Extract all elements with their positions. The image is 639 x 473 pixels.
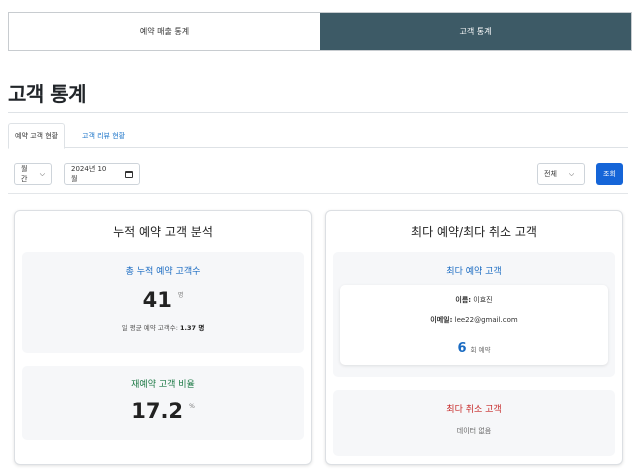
- total-customers-panel: 총 누적 예약 고객수 41 명 일 평균 예약 고객수: 1.37 명: [22, 252, 304, 353]
- most-cancelled-label: 최다 취소 고객: [446, 405, 502, 415]
- search-button[interactable]: 조회: [596, 163, 623, 185]
- period-select[interactable]: 월간 ⌵: [14, 163, 52, 185]
- total-customers-value: 41 명: [22, 288, 304, 312]
- rebooking-rate-panel: 재예약 고객 비율 17.2%: [22, 366, 304, 440]
- scope-select[interactable]: 전체 ⌵: [537, 163, 585, 185]
- top-customers-card: 최다 예약/최다 취소 고객 최다 예약 고객 이름: 이효진 이메일: lee…: [325, 210, 623, 465]
- total-customers-label: 총 누적 예약 고객수: [125, 267, 201, 277]
- sub-tab-bar: 예약 고객 현황 고객 리뷰 현황: [8, 123, 628, 149]
- booking-count: 6회 예약: [340, 337, 608, 356]
- accumulated-customers-card: 누적 예약 고객 분석 총 누적 예약 고객수 41 명 일 평균 예약 고객수:…: [14, 210, 312, 465]
- page-title: 고객 통계: [8, 82, 87, 106]
- customer-name: 이름: 이효진: [340, 295, 608, 305]
- rebooking-rate-value: 17.2%: [22, 399, 304, 423]
- most-booked-panel: 최다 예약 고객 이름: 이효진 이메일: lee22@gmail.com 6회…: [333, 252, 615, 377]
- chevron-down-icon: ⌵: [39, 169, 45, 178]
- tab-customer-reviews[interactable]: 고객 리뷰 현황: [76, 123, 131, 148]
- most-cancelled-panel: 최다 취소 고객 데이터 없음: [333, 390, 615, 456]
- tab-reservation-customers[interactable]: 예약 고객 현황: [8, 123, 66, 149]
- no-data-text: 데이터 없음: [456, 427, 492, 435]
- calendar-icon[interactable]: [125, 170, 133, 178]
- booking-count-unit: 회 예약: [470, 346, 491, 354]
- customer-email-value: lee22@gmail.com: [454, 316, 518, 324]
- rebooking-rate-label: 재예약 고객 비율: [131, 380, 195, 390]
- tab-customer-stats[interactable]: 고객 통계: [320, 13, 631, 50]
- total-customers-unit: 명: [177, 292, 184, 299]
- top-tab-bar: 예약 매출 통계 고객 통계: [8, 12, 632, 51]
- customer-name-value: 이효진: [473, 296, 493, 304]
- most-booked-customer-card: 이름: 이효진 이메일: lee22@gmail.com 6회 예약: [340, 285, 608, 365]
- rebooking-rate-number: 17.2: [131, 399, 184, 423]
- customer-email: 이메일: lee22@gmail.com: [340, 315, 608, 325]
- booking-count-number: 6: [457, 341, 467, 356]
- daily-average-value: 1.37 명: [180, 324, 205, 332]
- divider: [8, 112, 628, 113]
- most-booked-label: 최다 예약 고객: [446, 267, 502, 277]
- card-title: 최다 예약/최다 취소 고객: [411, 225, 537, 239]
- divider: [8, 193, 628, 194]
- chevron-down-icon: ⌵: [568, 169, 575, 178]
- daily-average: 일 평균 예약 고객수: 1.37 명: [22, 322, 304, 332]
- rebooking-rate-unit: %: [189, 403, 195, 410]
- month-input-value: 2024년 10월: [71, 165, 107, 183]
- period-select-value: 월간: [21, 165, 28, 183]
- daily-average-label: 일 평균 예약 고객수:: [121, 324, 178, 332]
- customer-email-label: 이메일:: [430, 316, 453, 324]
- tab-reservation-sales-stats[interactable]: 예약 매출 통계: [9, 13, 320, 50]
- scope-select-value: 전체: [544, 170, 557, 178]
- card-title: 누적 예약 고객 분석: [113, 225, 213, 239]
- total-customers-number: 41: [142, 288, 172, 312]
- customer-name-label: 이름:: [455, 296, 472, 304]
- month-input[interactable]: 2024년 10월: [64, 163, 140, 185]
